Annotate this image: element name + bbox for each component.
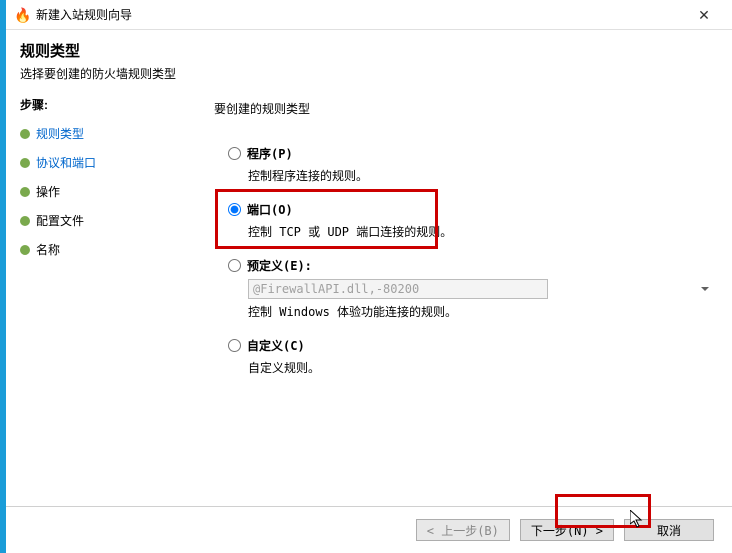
radio-label-predefined: 预定义(E): <box>247 259 312 273</box>
radio-port[interactable] <box>228 203 241 216</box>
desc-predefined: 控制 Windows 体验功能连接的规则。 <box>248 303 712 321</box>
step-profile[interactable]: 配置文件 <box>20 206 182 235</box>
radio-label-custom: 自定义(C) <box>247 339 305 353</box>
radio-label-program: 程序(P) <box>247 147 293 161</box>
wizard-sidebar: 步骤: 规则类型 协议和端口 操作 配置文件 名称 <box>20 96 190 506</box>
radio-program[interactable] <box>228 147 241 160</box>
content-heading: 要创建的规则类型 <box>214 100 712 117</box>
radio-custom[interactable] <box>228 339 241 352</box>
step-bullet-icon <box>20 187 30 197</box>
page-title: 规则类型 <box>20 40 718 61</box>
step-name[interactable]: 名称 <box>20 235 182 264</box>
step-bullet-icon <box>20 216 30 226</box>
step-label: 名称 <box>36 241 60 258</box>
desc-program: 控制程序连接的规则。 <box>248 167 712 185</box>
step-label: 协议和端口 <box>36 154 96 171</box>
page-subtitle: 选择要创建的防火墙规则类型 <box>20 65 718 82</box>
wizard-window: 🔥 新建入站规则向导 ✕ 规则类型 选择要创建的防火墙规则类型 步骤: 规则类型… <box>6 0 732 553</box>
option-port: 端口(O) 控制 TCP 或 UDP 端口连接的规则。 <box>228 201 712 241</box>
option-custom: 自定义(C) 自定义规则。 <box>228 337 712 377</box>
step-protocol-port[interactable]: 协议和端口 <box>20 148 182 177</box>
chevron-down-icon <box>701 287 709 291</box>
step-bullet-icon <box>20 245 30 255</box>
step-label: 规则类型 <box>36 125 84 142</box>
titlebar: 🔥 新建入站规则向导 ✕ <box>6 0 732 30</box>
step-action[interactable]: 操作 <box>20 177 182 206</box>
wizard-header: 规则类型 选择要创建的防火墙规则类型 <box>6 30 732 88</box>
wizard-footer: < 上一步(B) 下一步(N) > 取消 <box>6 506 732 553</box>
desc-custom: 自定义规则。 <box>248 359 712 377</box>
step-bullet-icon <box>20 158 30 168</box>
wizard-body: 步骤: 规则类型 协议和端口 操作 配置文件 名称 要创 <box>6 88 732 506</box>
rule-type-radio-group: 程序(P) 控制程序连接的规则。 端口(O) 控制 TCP 或 UDP 端口连接… <box>228 145 712 377</box>
radio-label-port: 端口(O) <box>247 203 293 217</box>
radio-predefined[interactable] <box>228 259 241 272</box>
predefined-dropdown: @FirewallAPI.dll,-80200 <box>248 279 548 299</box>
window-title: 新建入站规则向导 <box>36 6 684 23</box>
step-rule-type[interactable]: 规则类型 <box>20 119 182 148</box>
step-label: 操作 <box>36 183 60 200</box>
step-bullet-icon <box>20 129 30 139</box>
option-program: 程序(P) 控制程序连接的规则。 <box>228 145 712 185</box>
steps-label: 步骤: <box>20 96 182 113</box>
close-button[interactable]: ✕ <box>684 3 724 27</box>
option-predefined: 预定义(E): @FirewallAPI.dll,-80200 控制 Windo… <box>228 257 712 321</box>
next-button[interactable]: 下一步(N) > <box>520 519 614 541</box>
back-button: < 上一步(B) <box>416 519 510 541</box>
firewall-icon: 🔥 <box>14 7 30 23</box>
step-label: 配置文件 <box>36 212 84 229</box>
cancel-button[interactable]: 取消 <box>624 519 714 541</box>
desc-port: 控制 TCP 或 UDP 端口连接的规则。 <box>248 223 712 241</box>
wizard-content: 要创建的规则类型 程序(P) 控制程序连接的规则。 端口(O) 控制 TCP 或… <box>190 96 732 506</box>
